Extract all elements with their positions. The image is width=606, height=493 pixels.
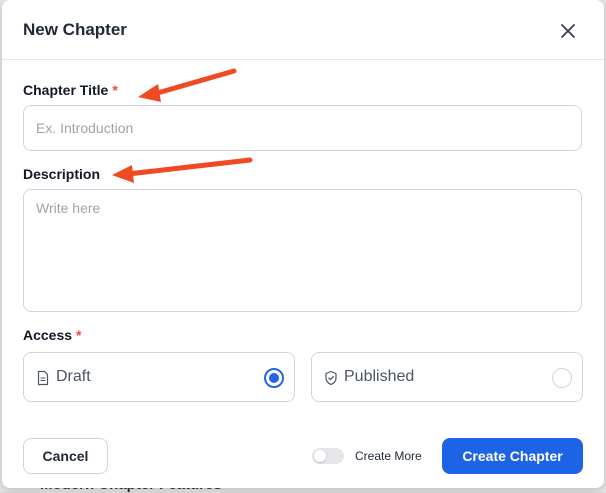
create-chapter-button[interactable]: Create Chapter [442,438,583,474]
access-option-published[interactable]: Published [311,352,583,402]
radio-unselected[interactable] [552,368,572,388]
description-textarea[interactable] [23,189,582,312]
dialog-title: New Chapter [23,20,127,39]
cancel-button[interactable]: Cancel [23,438,108,474]
create-more-toggle[interactable] [312,448,344,464]
description-label: Description [23,166,101,182]
new-chapter-dialog: New Chapter Chapter Title* Description A… [2,0,604,488]
chapter-title-label: Chapter Title * [23,82,118,98]
access-option-draft[interactable]: Draft [23,352,295,402]
access-option-label: Published [344,368,415,385]
close-icon[interactable] [558,21,578,41]
required-mark: * [76,327,82,343]
radio-selected[interactable] [264,368,284,388]
shield-check-icon [325,370,337,386]
chapter-title-input[interactable] [23,105,582,151]
dialog-header: New Chapter [2,0,604,60]
access-option-label: Draft [56,368,91,385]
document-icon [37,370,49,386]
required-mark: * [112,82,118,98]
access-label: Access * [23,327,82,343]
create-more-label: Create More [355,449,422,463]
